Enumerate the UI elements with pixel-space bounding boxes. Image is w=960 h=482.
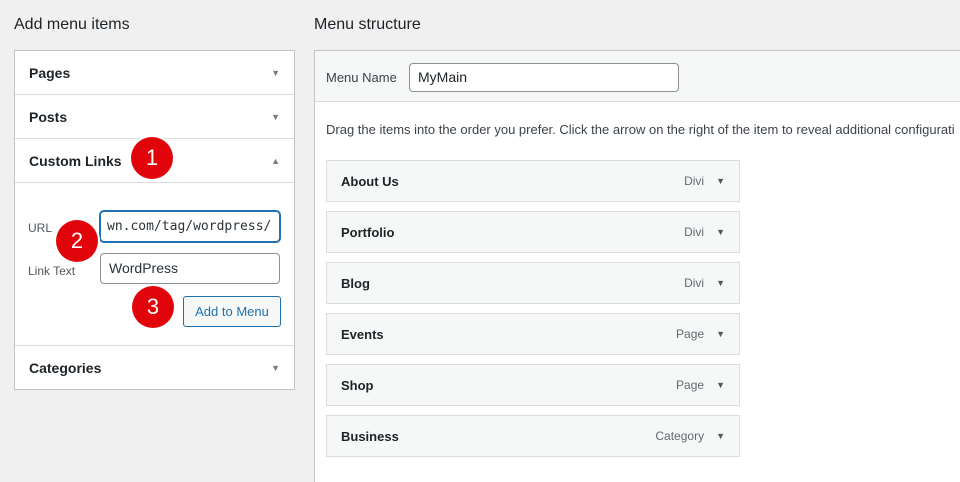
chevron-down-icon: ▼	[271, 362, 280, 373]
url-label: URL	[28, 221, 53, 235]
posts-label: Posts	[29, 108, 68, 125]
menu-item[interactable]: About Us Divi ▼	[326, 160, 740, 202]
add-menu-items-accordion: Pages ▼ Posts ▼ Custom Links ▲ URL wn.co…	[14, 50, 295, 390]
menu-item[interactable]: Business Category ▼	[326, 415, 740, 457]
chevron-down-icon[interactable]: ▼	[716, 431, 725, 441]
chevron-down-icon[interactable]: ▼	[716, 176, 725, 186]
custom-links-label: Custom Links	[29, 152, 122, 169]
menu-name-label: Menu Name	[326, 70, 397, 85]
pages-section: Pages ▼	[15, 51, 294, 95]
categories-label: Categories	[29, 359, 102, 376]
menu-item-type: Page	[676, 327, 705, 341]
drag-instructions: Drag the items into the order you prefer…	[326, 122, 955, 137]
chevron-down-icon: ▼	[271, 111, 280, 122]
menu-item-title: Events	[341, 326, 384, 342]
menu-structure-panel: Menu Name MyMain Drag the items into the…	[314, 50, 960, 482]
add-menu-items-heading: Add menu items	[14, 16, 130, 33]
categories-toggle[interactable]: Categories ▼	[15, 346, 294, 389]
link-text-label: Link Text	[28, 264, 76, 278]
step-badge-2: 2	[56, 220, 98, 262]
menu-item[interactable]: Shop Page ▼	[326, 364, 740, 406]
chevron-down-icon[interactable]: ▼	[716, 227, 725, 237]
menu-name-bar: Menu Name MyMain	[315, 51, 960, 102]
menu-item-type: Category	[655, 429, 705, 443]
menu-item-type: Divi	[684, 174, 705, 188]
chevron-down-icon: ▼	[271, 67, 280, 78]
menu-item[interactable]: Events Page ▼	[326, 313, 740, 355]
categories-section: Categories ▼	[15, 346, 294, 389]
chevron-down-icon[interactable]: ▼	[716, 380, 725, 390]
menu-item-title: Blog	[341, 275, 370, 291]
chevron-down-icon[interactable]: ▼	[716, 278, 725, 288]
menu-item-title: Portfolio	[341, 224, 395, 240]
menu-item-type: Divi	[684, 225, 705, 239]
pages-toggle[interactable]: Pages ▼	[15, 51, 294, 94]
chevron-down-icon[interactable]: ▼	[716, 329, 725, 339]
url-input[interactable]: wn.com/tag/wordpress/	[100, 211, 280, 242]
menu-item-title: About Us	[341, 173, 399, 189]
step-badge-1: 1	[131, 137, 173, 179]
menu-item-title: Shop	[341, 377, 374, 393]
menu-item[interactable]: Blog Divi ▼	[326, 262, 740, 304]
menu-structure-heading: Menu structure	[314, 16, 421, 33]
posts-toggle[interactable]: Posts ▼	[15, 95, 294, 138]
step-badge-3: 3	[132, 286, 174, 328]
menu-item-type: Divi	[684, 276, 705, 290]
link-text-input[interactable]: WordPress	[100, 253, 280, 284]
menu-item-type: Page	[676, 378, 705, 392]
menu-name-input[interactable]: MyMain	[409, 63, 679, 92]
pages-label: Pages	[29, 64, 71, 81]
chevron-up-icon: ▲	[271, 155, 280, 166]
menu-item-title: Business	[341, 428, 399, 444]
posts-section: Posts ▼	[15, 95, 294, 139]
menu-item[interactable]: Portfolio Divi ▼	[326, 211, 740, 253]
add-to-menu-button[interactable]: Add to Menu	[183, 296, 281, 327]
